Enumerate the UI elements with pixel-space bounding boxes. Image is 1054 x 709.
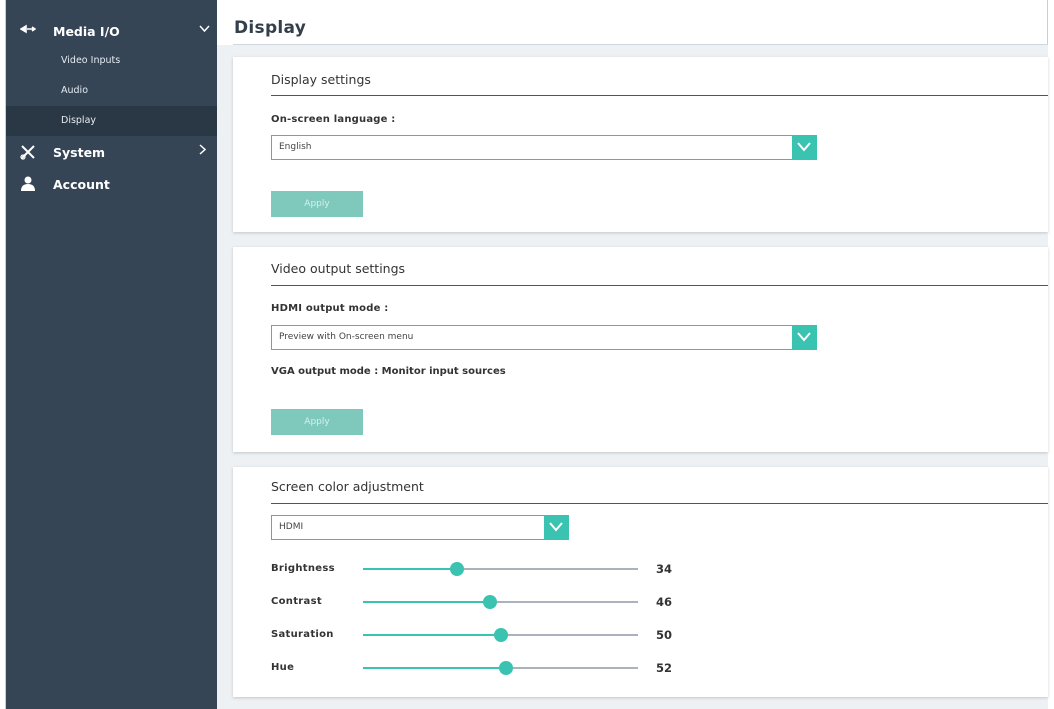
color-adjust-card: Screen color adjustment HDMI Brightness … — [233, 467, 1048, 697]
chevron-right-icon[interactable] — [199, 144, 207, 158]
sidebar-item-label: Audio — [61, 85, 89, 96]
hdmi-output-label: HDMI output mode : — [271, 303, 389, 314]
contrast-slider-row: Contrast 46 — [271, 592, 691, 612]
sidebar-item-system[interactable]: System — [6, 137, 217, 167]
sidebar-item-label: Video Inputs — [61, 55, 121, 66]
chevron-down-icon[interactable] — [792, 135, 817, 160]
saturation-slider-row: Saturation 50 — [271, 625, 691, 645]
tools-icon — [20, 144, 36, 160]
sidebar-item-label: Media I/O — [53, 24, 120, 39]
sidebar: Media I/O Video Inputs Audio Display Sys… — [6, 0, 217, 709]
chevron-down-icon[interactable] — [199, 23, 210, 36]
card-divider — [271, 285, 1048, 286]
sidebar-item-label: Display — [61, 115, 97, 126]
hue-slider-row: Hue 52 — [271, 658, 691, 678]
card-title: Video output settings — [271, 261, 406, 276]
sidebar-item-label: System — [53, 145, 106, 160]
sidebar-item-video-inputs[interactable]: Video Inputs — [6, 46, 217, 76]
page-title: Display — [234, 18, 307, 38]
apply-button[interactable]: Apply — [271, 191, 363, 217]
chevron-down-icon[interactable] — [544, 515, 569, 540]
sidebar-item-media-io[interactable]: Media I/O — [6, 16, 217, 46]
slider-value: 52 — [656, 661, 673, 675]
slider-value: 46 — [656, 595, 673, 609]
display-settings-card: Display settings On-screen language : En… — [233, 57, 1048, 232]
card-divider — [271, 503, 1048, 504]
slider-thumb[interactable] — [494, 628, 508, 642]
hdmi-output-select[interactable]: Preview with On-screen menu — [271, 325, 817, 350]
sidebar-item-display[interactable]: Display — [6, 106, 217, 136]
slider-value: 34 — [656, 562, 673, 576]
media-icon — [19, 23, 37, 39]
contrast-slider[interactable] — [363, 595, 638, 609]
slider-value: 50 — [656, 628, 673, 642]
card-title: Screen color adjustment — [271, 479, 424, 494]
sidebar-item-label: Account — [53, 177, 110, 192]
sidebar-item-audio[interactable]: Audio — [6, 76, 217, 106]
slider-label: Contrast — [271, 596, 322, 607]
color-source-select[interactable]: HDMI — [271, 515, 569, 540]
language-label: On-screen language : — [271, 114, 396, 125]
video-output-card: Video output settings HDMI output mode :… — [233, 247, 1048, 452]
saturation-slider[interactable] — [363, 628, 638, 642]
apply-button[interactable]: Apply — [271, 409, 363, 435]
color-source-value: HDMI — [279, 522, 304, 532]
slider-thumb[interactable] — [483, 595, 497, 609]
language-value: English — [279, 142, 312, 152]
vga-output-text: VGA output mode : Monitor input sources — [271, 366, 506, 377]
slider-label: Brightness — [271, 563, 335, 574]
card-divider — [271, 95, 1048, 96]
language-select[interactable]: English — [271, 135, 817, 160]
chevron-down-icon[interactable] — [792, 325, 817, 350]
sidebar-item-account[interactable]: Account — [6, 169, 217, 199]
brightness-slider-row: Brightness 34 — [271, 559, 691, 579]
card-title: Display settings — [271, 72, 371, 87]
hue-slider[interactable] — [363, 661, 638, 675]
slider-thumb[interactable] — [499, 661, 513, 675]
user-icon — [20, 176, 36, 192]
slider-label: Saturation — [271, 629, 334, 640]
slider-thumb[interactable] — [450, 562, 464, 576]
hdmi-output-value: Preview with On-screen menu — [279, 332, 414, 342]
brightness-slider[interactable] — [363, 562, 638, 576]
slider-label: Hue — [271, 662, 295, 673]
